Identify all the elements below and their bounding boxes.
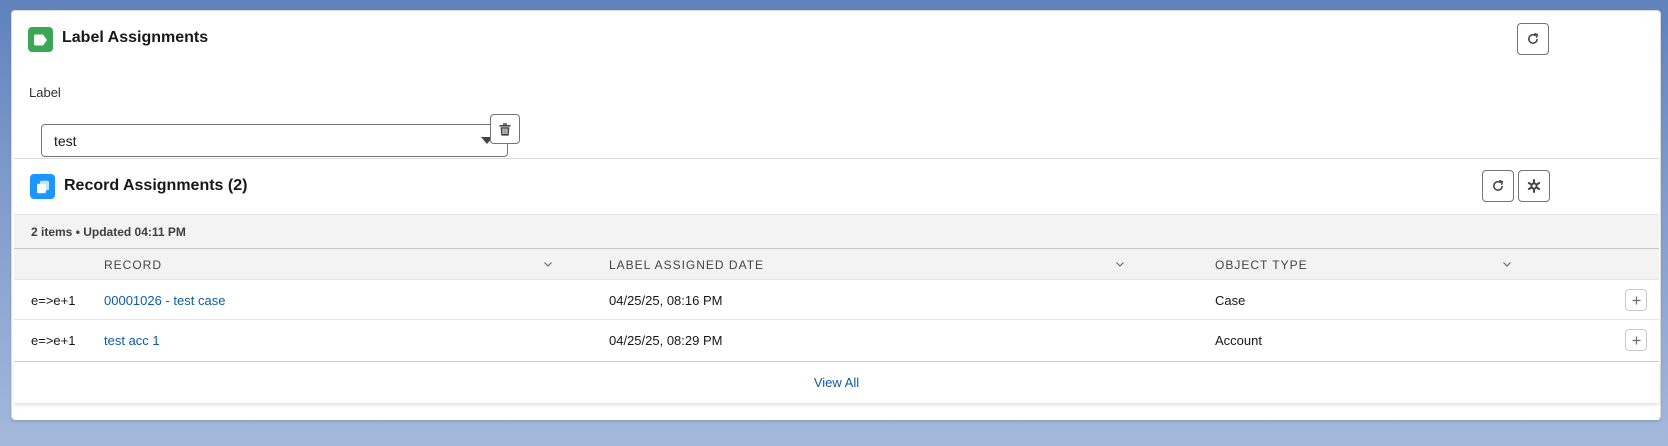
chevron-down-icon[interactable] <box>542 258 554 270</box>
plus-icon <box>1632 296 1640 304</box>
gear-icon <box>1527 179 1541 193</box>
row-add-button[interactable] <box>1625 329 1647 351</box>
object-type: Account <box>1215 332 1262 348</box>
label-assignments-title: Label Assignments <box>62 29 209 46</box>
records-table-header: Record Label Assigned Date Object Type <box>14 249 1659 280</box>
record-link[interactable]: test acc 1 <box>104 320 160 360</box>
records-footer: View All <box>14 361 1659 403</box>
label-field-label: Label <box>29 85 61 100</box>
table-row: e=>e+1 test acc 1 04/25/25, 08:29 PM Acc… <box>14 320 1659 360</box>
refresh-icon <box>1493 179 1504 191</box>
label-combobox[interactable]: test <box>41 124 508 157</box>
column-header-record[interactable]: Record <box>104 249 162 280</box>
record-assignments-card: Record Assignments (2) 2 items • Updated… <box>14 158 1659 420</box>
delete-label-button[interactable] <box>490 114 520 144</box>
label-assigned-date: 04/25/25, 08:29 PM <box>609 332 723 348</box>
refresh-label-assignments-button[interactable] <box>1517 23 1549 55</box>
plus-icon <box>1632 336 1640 344</box>
record-link[interactable]: 00001026 - test case <box>104 280 225 320</box>
chevron-down-icon[interactable] <box>1501 258 1513 270</box>
object-type: Case <box>1215 292 1246 308</box>
label-icon <box>28 27 53 52</box>
column-header-object-type[interactable]: Object Type <box>1215 249 1308 280</box>
chevron-down-icon[interactable] <box>1114 258 1126 270</box>
trash-icon <box>499 122 511 136</box>
label-assignments-card: Label Assignments Label test Record Assi… <box>11 10 1661 420</box>
copy-records-icon <box>30 174 55 199</box>
settings-button[interactable] <box>1518 170 1550 202</box>
view-all-link[interactable]: View All <box>814 375 859 390</box>
record-assignments-title: Record Assignments (2) <box>64 177 248 194</box>
records-meta-status: 2 items • Updated 04:11 PM <box>14 214 1659 249</box>
refresh-records-button[interactable] <box>1482 170 1514 202</box>
label-combobox-value: test <box>54 132 77 149</box>
label-assigned-date: 04/25/25, 08:16 PM <box>609 292 723 308</box>
row-add-button[interactable] <box>1625 289 1647 311</box>
row-prefix: e=>e+1 <box>31 292 76 308</box>
table-row: e=>e+1 00001026 - test case 04/25/25, 08… <box>14 280 1659 320</box>
row-prefix: e=>e+1 <box>31 332 76 348</box>
column-header-label-assigned-date[interactable]: Label Assigned Date <box>609 249 764 280</box>
refresh-icon <box>1528 32 1539 44</box>
